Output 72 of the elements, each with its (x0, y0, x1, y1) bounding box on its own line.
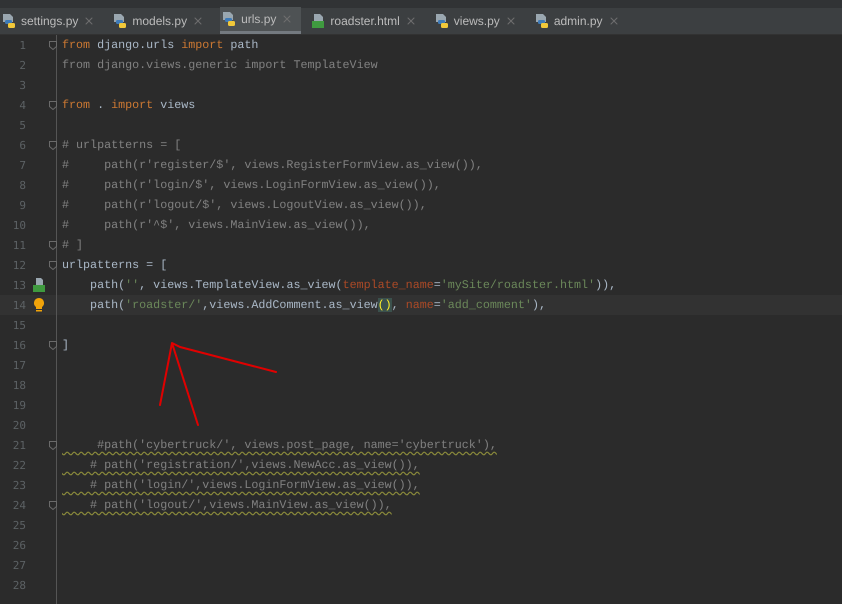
line-number: 7 (18, 158, 26, 172)
code-line: urlpatterns = [ (62, 258, 168, 272)
line-number: 15 (12, 318, 26, 332)
line-number: 6 (18, 138, 26, 152)
line-number: 26 (12, 538, 26, 552)
html-file-icon[interactable] (32, 278, 46, 292)
code-line: # path(r'login/$', views.LoginFormView.as_view()), (62, 178, 441, 192)
python-file-icon (113, 12, 128, 28)
line-number: 22 (12, 458, 26, 472)
code-line: # urlpatterns = [ (62, 138, 182, 152)
line-number: 28 (12, 578, 26, 592)
line-number: 17 (12, 358, 26, 372)
fold-marker-icon[interactable] (48, 340, 56, 350)
code-line: #path('cybertruck/', views.post_page, name='cybertruck'), (96, 438, 497, 452)
line-number: 19 (12, 398, 26, 412)
editor-tab[interactable]: admin.py (532, 7, 628, 34)
fold-marker-icon[interactable] (48, 140, 56, 150)
close-icon[interactable] (404, 14, 417, 26)
code-line: ] (62, 338, 70, 352)
fold-marker-icon[interactable] (48, 40, 56, 50)
line-number: 2 (18, 58, 26, 72)
line-number: 12 (12, 258, 26, 272)
lightbulb-icon[interactable] (33, 298, 45, 312)
close-icon[interactable] (83, 14, 96, 26)
fold-marker-icon[interactable] (48, 440, 56, 450)
code-line: from django.urls import path (62, 38, 258, 52)
line-number: 24 (12, 498, 26, 512)
editor-tab[interactable]: settings.py (0, 7, 104, 34)
python-file-icon (222, 11, 236, 27)
html-file-icon (311, 12, 326, 28)
line-number: 23 (12, 478, 26, 492)
code-line: path('', views.TemplateView.as_view(template_name='mySite/roadster.html')), (89, 278, 616, 292)
line-number: 13 (12, 278, 26, 292)
editor-tab[interactable]: views.py (432, 7, 525, 34)
close-icon[interactable] (504, 14, 517, 26)
python-file-icon (434, 12, 449, 28)
close-icon[interactable] (281, 13, 294, 25)
code-line: from django.views.generic import TemplateView (62, 58, 378, 72)
line-number: 5 (18, 118, 26, 132)
line-number: 9 (18, 198, 26, 212)
line-number: 8 (18, 178, 26, 192)
line-number: 10 (12, 218, 26, 232)
close-icon[interactable] (608, 14, 620, 26)
line-number: 21 (12, 438, 26, 452)
fold-marker-icon[interactable] (48, 100, 56, 110)
line-number: 1 (18, 38, 26, 52)
line-number: 25 (12, 518, 26, 532)
editor-tab[interactable]: roadster.html (309, 7, 425, 34)
code-line: # ] (62, 238, 84, 252)
code-line: path('roadster/',views.AddComment.as_view(), name='add_comment'), (89, 298, 546, 312)
line-number: 20 (12, 418, 26, 432)
code-line: # path('login/',views.LoginFormView.as_view()), (89, 478, 420, 492)
code-line: # path(r'logout/$', views.LogoutView.as_view()), (62, 198, 427, 212)
python-file-icon (2, 12, 16, 28)
code-line: # path(r'^$', views.MainView.as_view()), (62, 218, 371, 232)
line-number: 27 (12, 558, 26, 572)
line-number: 16 (12, 338, 26, 352)
close-icon[interactable] (192, 14, 204, 26)
line-number: 3 (18, 78, 26, 92)
code-line: # path('logout/',views.MainView.as_view()), (89, 498, 392, 512)
fold-marker-icon[interactable] (48, 500, 56, 510)
line-number: 11 (12, 238, 26, 252)
line-number: 4 (18, 98, 26, 112)
line-number: 18 (12, 378, 26, 392)
python-file-icon (534, 12, 549, 28)
code-line: # path(r'register/$', views.RegisterFormView.as_view()), (62, 158, 483, 172)
code-line: from . import views (62, 98, 196, 112)
code-line: # path('registration/',views.NewAcc.as_view()), (89, 458, 420, 472)
editor-tab[interactable]: models.py (111, 7, 212, 34)
fold-marker-icon[interactable] (48, 260, 56, 270)
fold-marker-icon[interactable] (48, 240, 56, 250)
editor-tab[interactable]: urls.py (220, 7, 302, 34)
